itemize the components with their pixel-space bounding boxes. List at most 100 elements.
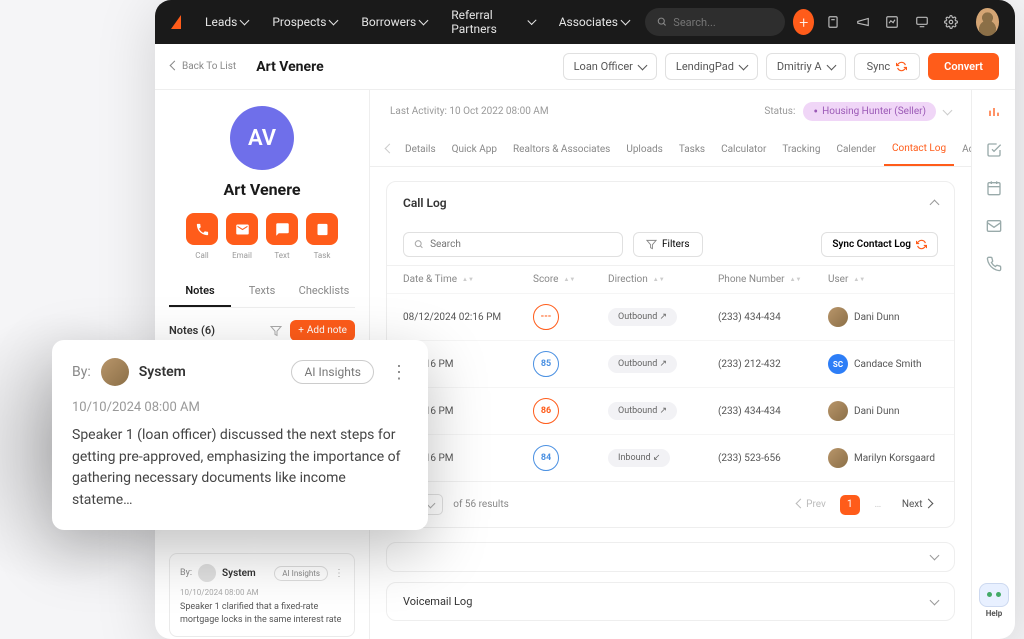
- col-score[interactable]: Score▲▼: [533, 274, 608, 285]
- cell-user: Dani Dunn: [828, 401, 971, 421]
- tab-tracking[interactable]: Tracking: [774, 134, 828, 165]
- status-badge[interactable]: Housing Hunter (Seller): [803, 102, 936, 121]
- nav-prospects[interactable]: Prospects: [264, 9, 345, 35]
- stats-icon[interactable]: [986, 104, 1002, 120]
- dmitriy-select[interactable]: Dmitriy A: [766, 53, 846, 80]
- nav-referral-partners[interactable]: Referral Partners: [443, 2, 542, 42]
- col-datetime[interactable]: Date & Time▲▼: [403, 274, 533, 285]
- task-button[interactable]: [306, 213, 338, 245]
- note-by-label: By:: [72, 364, 91, 380]
- table-row[interactable]: 08/12/2024 02:16 PM---Outbound ↗(233) 43…: [387, 293, 954, 340]
- sync-contact-log-button[interactable]: Sync Contact Log: [821, 232, 938, 257]
- chevron-down-icon: [527, 16, 536, 25]
- tab-texts[interactable]: Texts: [231, 276, 293, 307]
- voicemail-panel[interactable]: Voicemail Log: [386, 582, 955, 621]
- note-avatar: [101, 358, 129, 386]
- help-label: Help: [986, 609, 1003, 618]
- table-row[interactable]: 4 02:16 PM85Outbound ↗(233) 212-432SCCan…: [387, 340, 954, 387]
- announce-icon[interactable]: [852, 9, 873, 35]
- loan-officer-select[interactable]: Loan Officer: [563, 53, 657, 80]
- note-card[interactable]: By: System AI Insights ⋮ 10/10/2024 08:0…: [169, 553, 355, 637]
- tab-notes[interactable]: Notes: [169, 276, 231, 307]
- tab-quick-app[interactable]: Quick App: [444, 134, 505, 165]
- prev-button[interactable]: Prev: [791, 496, 832, 513]
- help-widget[interactable]: Help: [976, 583, 1012, 627]
- phone-icon[interactable]: [986, 256, 1002, 272]
- direction-pill: Outbound ↗: [608, 402, 677, 420]
- user-avatar[interactable]: [976, 8, 999, 36]
- monitor-icon[interactable]: [911, 9, 932, 35]
- cell-phone: (233) 523-656: [718, 453, 828, 464]
- page-title: Art Venere: [256, 59, 323, 75]
- nav-leads[interactable]: Leads: [197, 9, 256, 35]
- score-badge: ---: [533, 304, 559, 330]
- tabs-scroll-left[interactable]: [382, 144, 397, 155]
- table-row[interactable]: 4 02:16 PM84Inbound ↙(233) 523-656Marily…: [387, 434, 954, 481]
- tab-checklists[interactable]: Checklists: [293, 276, 355, 307]
- tab-calculator[interactable]: Calculator: [713, 134, 774, 165]
- nav-borrowers[interactable]: Borrowers: [353, 9, 435, 35]
- col-phone[interactable]: Phone Number▲▼: [718, 274, 828, 285]
- content-tabs: Details Quick App Realtors & Associates …: [370, 133, 971, 167]
- checklist-icon[interactable]: [986, 142, 1002, 158]
- col-direction[interactable]: Direction▲▼: [608, 274, 718, 285]
- tab-tasks[interactable]: Tasks: [671, 134, 713, 165]
- chevron-down-icon[interactable]: [943, 105, 953, 115]
- search-icon: [414, 239, 424, 250]
- calendar-icon[interactable]: [986, 180, 1002, 196]
- user-avatar: [828, 401, 848, 421]
- filter-icon[interactable]: [270, 325, 282, 337]
- tab-calendar[interactable]: Calender: [828, 134, 884, 165]
- global-search[interactable]: [645, 8, 785, 36]
- gear-icon[interactable]: [940, 9, 961, 35]
- sync-button[interactable]: Sync: [854, 53, 921, 80]
- filters-button[interactable]: Filters: [633, 232, 703, 257]
- tab-contact-log[interactable]: Contact Log: [884, 133, 954, 166]
- sync-icon: [916, 239, 927, 250]
- page-1[interactable]: 1: [840, 495, 860, 515]
- call-log-panel: Call Log Filters Sync Contact Log: [386, 181, 955, 528]
- call-search-input[interactable]: [430, 239, 612, 250]
- tab-uploads[interactable]: Uploads: [618, 134, 670, 165]
- more-icon[interactable]: ⋮: [334, 568, 344, 579]
- back-link[interactable]: Back To List: [171, 61, 236, 72]
- search-input[interactable]: [673, 16, 773, 29]
- lendingpad-select[interactable]: LendingPad: [665, 53, 758, 80]
- next-button[interactable]: Next: [896, 496, 938, 513]
- text-button[interactable]: [266, 213, 298, 245]
- notes-count: Notes (6): [169, 324, 215, 337]
- collapsed-panel[interactable]: [386, 542, 955, 572]
- col-user[interactable]: User▲▼: [828, 274, 971, 285]
- ai-insights-button[interactable]: AI Insights: [291, 360, 374, 384]
- top-navbar: Leads Prospects Borrowers Referral Partn…: [155, 0, 1015, 44]
- pagination: 10 of 56 results Prev 1 … Next: [387, 481, 954, 527]
- ai-insights-pill[interactable]: AI Insights: [274, 566, 328, 581]
- tab-realtors[interactable]: Realtors & Associates: [505, 134, 618, 165]
- email-label: Email: [226, 251, 258, 260]
- document-icon[interactable]: [822, 9, 843, 35]
- nav-associates[interactable]: Associates: [551, 9, 637, 35]
- user-avatar: [828, 448, 848, 468]
- call-log-search[interactable]: [403, 232, 623, 257]
- add-button[interactable]: +: [793, 9, 814, 35]
- tab-activity-log[interactable]: Activity log: [954, 134, 971, 165]
- chart-icon[interactable]: [881, 9, 902, 35]
- table-header: Date & Time▲▼ Score▲▼ Direction▲▼ Phone …: [387, 265, 954, 293]
- tab-details[interactable]: Details: [397, 134, 444, 165]
- table-row[interactable]: 4 02:16 PM86Outbound ↗(233) 434-434Dani …: [387, 387, 954, 434]
- chevron-down-icon: [738, 60, 748, 70]
- text-label: Text: [266, 251, 298, 260]
- call-button[interactable]: [186, 213, 218, 245]
- note-body: Speaker 1 clarified that a fixed-rate mo…: [180, 601, 344, 626]
- email-button[interactable]: [226, 213, 258, 245]
- direction-pill: Inbound ↙: [608, 449, 670, 467]
- convert-button[interactable]: Convert: [928, 53, 999, 80]
- cell-user: Dani Dunn: [828, 307, 971, 327]
- mail-icon[interactable]: [986, 218, 1002, 234]
- collapse-icon[interactable]: [930, 200, 940, 210]
- more-icon[interactable]: ⋮: [390, 362, 408, 383]
- profile-avatar: AV: [230, 106, 294, 170]
- last-activity: Last Activity: 10 Oct 2022 08:00 AM: [390, 106, 549, 117]
- chevron-down-icon: [621, 16, 631, 26]
- add-note-button[interactable]: +Add note: [290, 320, 355, 341]
